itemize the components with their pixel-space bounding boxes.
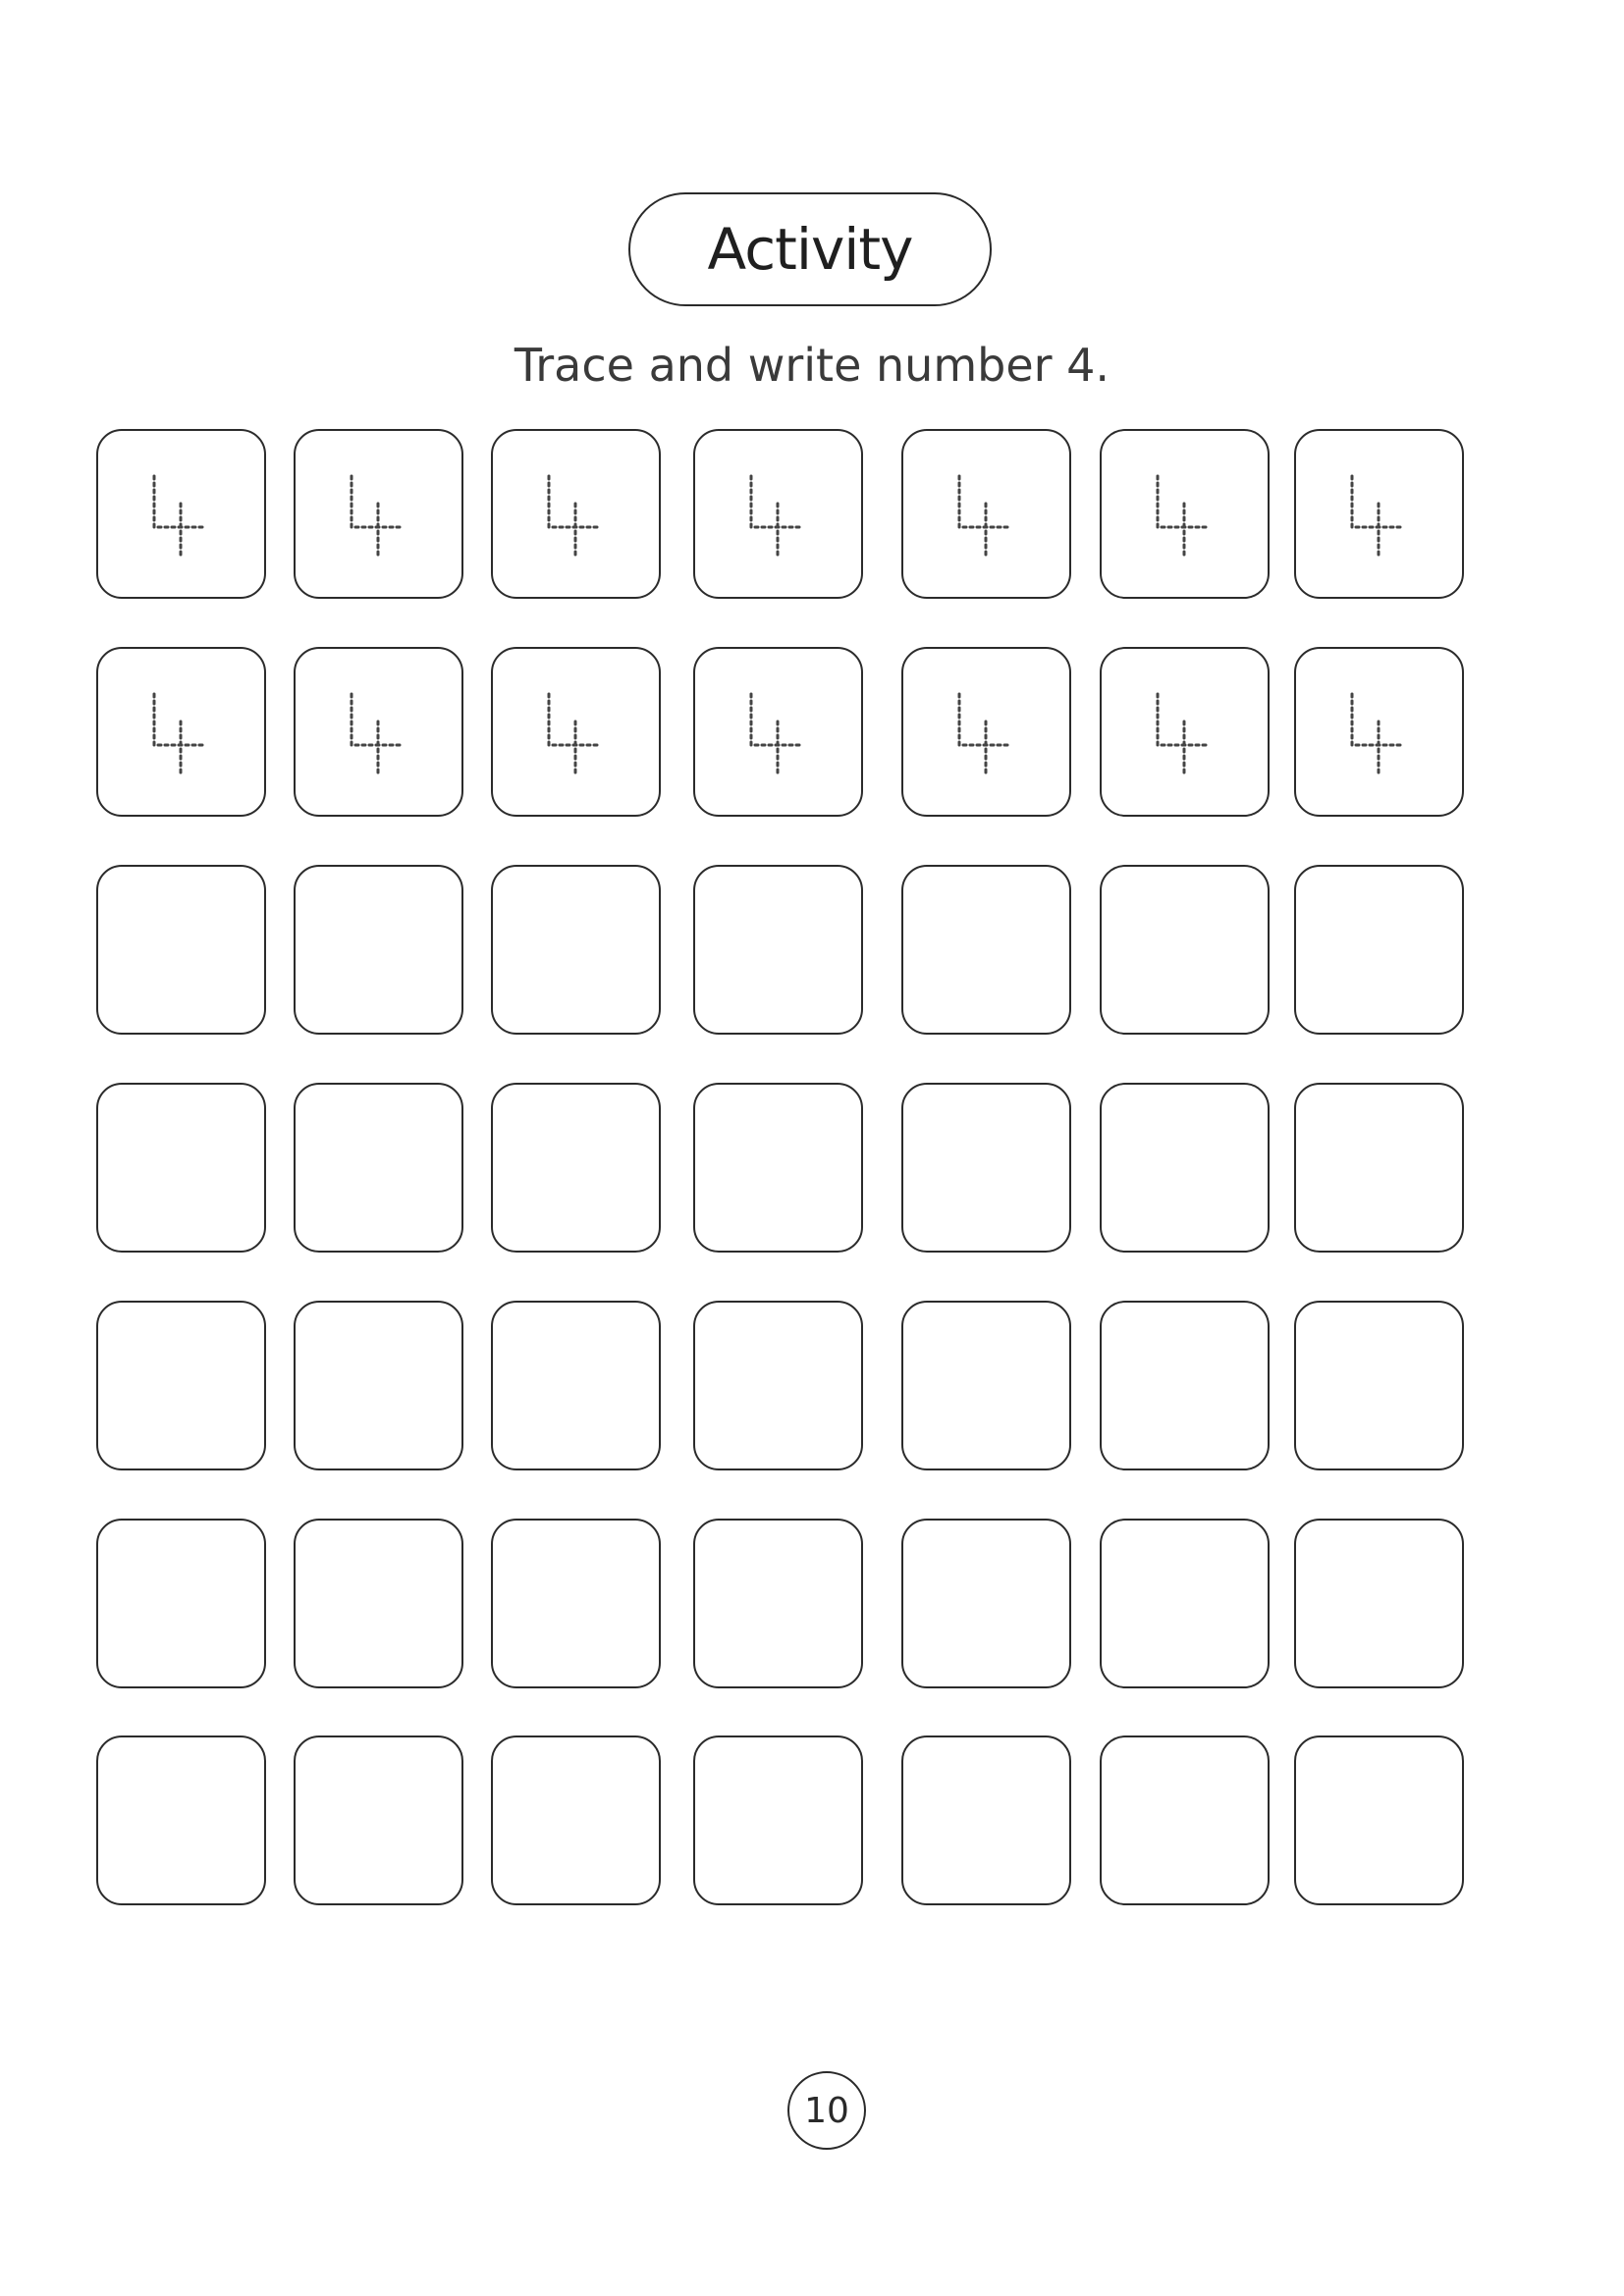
- page-number-badge: 10: [787, 2071, 866, 2150]
- dotted-digit-4: [957, 474, 1013, 557]
- write-box[interactable]: [1294, 1735, 1464, 1905]
- write-box[interactable]: [1100, 1083, 1270, 1253]
- dotted-digit-4: [547, 692, 603, 774]
- write-box[interactable]: [96, 1735, 266, 1905]
- write-box[interactable]: [901, 1301, 1071, 1470]
- write-box[interactable]: [1100, 1301, 1270, 1470]
- write-box[interactable]: [1100, 865, 1270, 1035]
- write-box[interactable]: [294, 1301, 463, 1470]
- dotted-digit-4: [350, 474, 406, 557]
- trace-box: [491, 429, 661, 599]
- dotted-digit-4: [957, 692, 1013, 774]
- trace-box: [1100, 647, 1270, 817]
- write-box[interactable]: [1294, 1301, 1464, 1470]
- write-box[interactable]: [901, 865, 1071, 1035]
- trace-box: [491, 647, 661, 817]
- write-box[interactable]: [491, 1735, 661, 1905]
- dotted-digit-4: [1156, 692, 1212, 774]
- write-box[interactable]: [901, 1083, 1071, 1253]
- trace-box: [1294, 429, 1464, 599]
- write-box[interactable]: [491, 1301, 661, 1470]
- trace-box: [1294, 647, 1464, 817]
- trace-box: [1100, 429, 1270, 599]
- write-box[interactable]: [96, 1301, 266, 1470]
- dotted-digit-4: [152, 474, 208, 557]
- write-box[interactable]: [294, 1519, 463, 1688]
- write-box[interactable]: [901, 1735, 1071, 1905]
- trace-box: [693, 647, 863, 817]
- write-box[interactable]: [1100, 1519, 1270, 1688]
- write-box[interactable]: [693, 865, 863, 1035]
- write-box[interactable]: [693, 1735, 863, 1905]
- trace-box: [96, 647, 266, 817]
- trace-box: [96, 429, 266, 599]
- trace-box: [901, 647, 1071, 817]
- write-box[interactable]: [901, 1519, 1071, 1688]
- dotted-digit-4: [1350, 474, 1406, 557]
- write-box[interactable]: [96, 865, 266, 1035]
- write-box[interactable]: [491, 1083, 661, 1253]
- write-box[interactable]: [294, 1735, 463, 1905]
- write-box[interactable]: [491, 1519, 661, 1688]
- write-box[interactable]: [693, 1301, 863, 1470]
- write-box[interactable]: [1294, 1083, 1464, 1253]
- write-box[interactable]: [693, 1519, 863, 1688]
- write-box[interactable]: [96, 1083, 266, 1253]
- write-box[interactable]: [1294, 1519, 1464, 1688]
- dotted-digit-4: [547, 474, 603, 557]
- write-box[interactable]: [294, 1083, 463, 1253]
- write-box[interactable]: [491, 865, 661, 1035]
- tracing-grid: [0, 0, 1624, 2296]
- dotted-digit-4: [1156, 474, 1212, 557]
- page-number: 10: [804, 2090, 849, 2131]
- dotted-digit-4: [152, 692, 208, 774]
- trace-box: [901, 429, 1071, 599]
- trace-box: [294, 647, 463, 817]
- write-box[interactable]: [96, 1519, 266, 1688]
- write-box[interactable]: [294, 865, 463, 1035]
- trace-box: [693, 429, 863, 599]
- dotted-digit-4: [1350, 692, 1406, 774]
- write-box[interactable]: [693, 1083, 863, 1253]
- trace-box: [294, 429, 463, 599]
- dotted-digit-4: [749, 474, 805, 557]
- dotted-digit-4: [749, 692, 805, 774]
- dotted-digit-4: [350, 692, 406, 774]
- write-box[interactable]: [1100, 1735, 1270, 1905]
- write-box[interactable]: [1294, 865, 1464, 1035]
